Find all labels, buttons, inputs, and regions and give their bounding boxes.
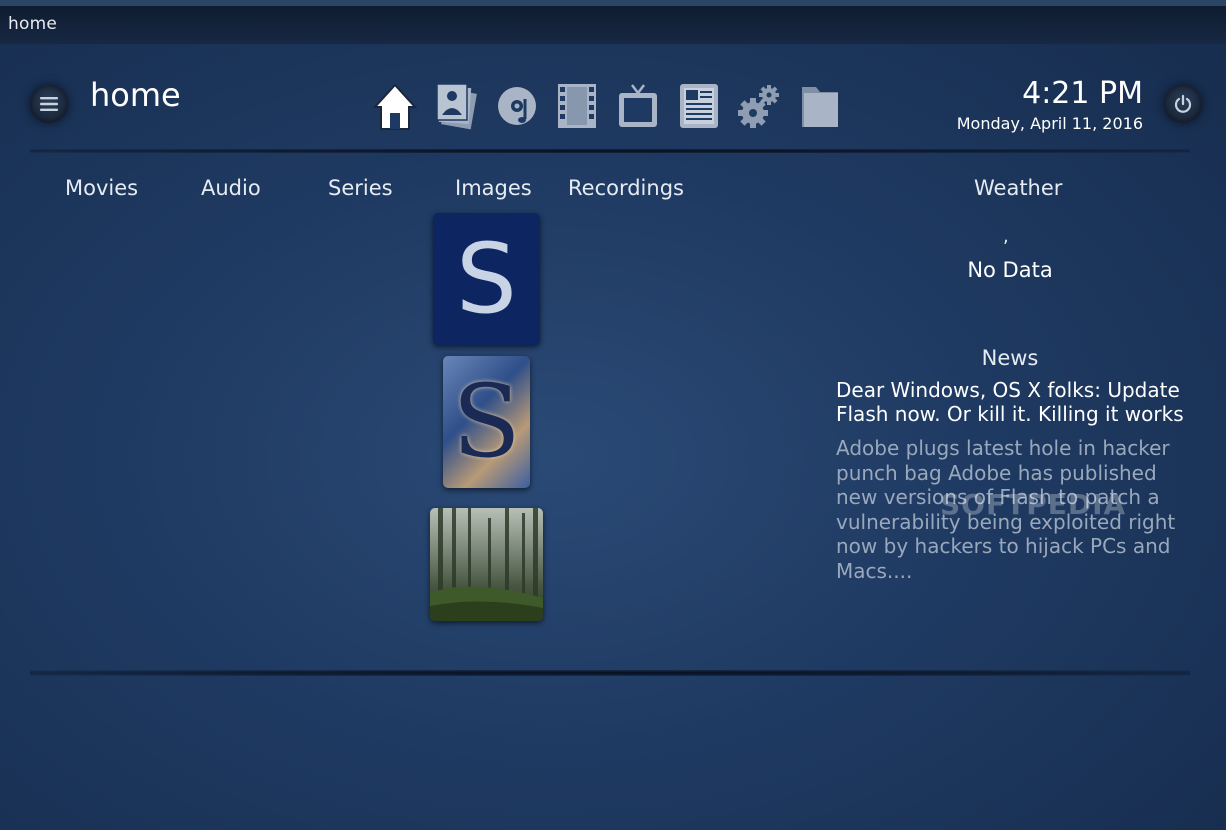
power-button[interactable] — [1164, 85, 1202, 123]
header-divider — [30, 149, 1190, 153]
image-thumbnail[interactable]: S — [443, 356, 530, 488]
images-header[interactable]: Images — [455, 176, 532, 200]
main-nav — [365, 78, 851, 134]
image-thumbnail[interactable] — [430, 508, 543, 621]
forest-photo — [430, 508, 543, 621]
thumbnail-letter: S — [456, 223, 517, 335]
tv-icon[interactable] — [608, 78, 669, 134]
recordings-header[interactable]: Recordings — [568, 176, 684, 200]
weather-header[interactable]: Weather — [974, 176, 1062, 200]
weather-location: , — [1003, 226, 1009, 247]
thumbnail-letter: S — [452, 363, 521, 480]
image-thumbnail[interactable]: S — [433, 213, 540, 345]
page-title: home — [90, 76, 181, 114]
home-icon[interactable] — [365, 78, 426, 134]
watermark-logo: SOFTPEDIA — [940, 488, 1127, 521]
movies-header[interactable]: Movies — [65, 176, 138, 200]
audio-header[interactable]: Audio — [201, 176, 261, 200]
news-header[interactable]: News — [910, 346, 1110, 370]
window-title: home — [8, 14, 57, 34]
footer-divider — [30, 670, 1190, 676]
news-headline[interactable]: Dear Windows, OS X folks: Update Flash n… — [836, 378, 1196, 426]
folder-icon[interactable] — [790, 78, 851, 134]
window-titlebar: home — [0, 0, 1226, 44]
clock-date: Monday, April 11, 2016 — [956, 114, 1143, 133]
power-icon — [1174, 94, 1192, 113]
settings-gears-icon[interactable] — [729, 78, 790, 134]
news-icon[interactable] — [668, 78, 729, 134]
menu-button[interactable] — [30, 85, 68, 123]
hamburger-menu-icon — [40, 97, 58, 111]
weather-status: No Data — [967, 258, 1053, 282]
film-icon[interactable] — [547, 78, 608, 134]
music-disc-icon[interactable] — [486, 78, 547, 134]
clock-time: 4:21 PM — [1022, 76, 1143, 111]
images-icon[interactable] — [426, 78, 487, 134]
series-header[interactable]: Series — [328, 176, 393, 200]
